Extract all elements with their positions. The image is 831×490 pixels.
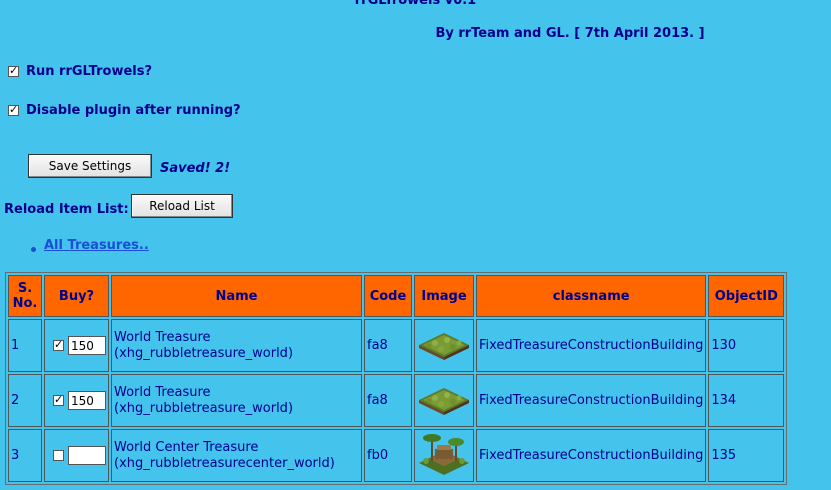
saved-status: Saved! 2! (160, 161, 231, 176)
table-row: 2 World Treasure (xhg_rubbletreasure_wor… (8, 374, 785, 427)
cell-code: fa8 (364, 374, 412, 427)
cell-sno: 2 (8, 374, 42, 427)
treasure-table: S. No. Buy? Name Code Image classname Ob… (5, 272, 788, 485)
cell-sno: 1 (8, 319, 42, 372)
rubble-grass-image (419, 387, 469, 415)
cell-name: World Center Treasure (xhg_rubbletreasur… (111, 429, 362, 482)
cell-classname: FixedTreasureConstructionBuilding (476, 374, 707, 427)
cell-image (414, 374, 474, 427)
page-title: rrGLTrowels v0.1 (354, 0, 477, 8)
quantity-input[interactable] (68, 446, 106, 465)
header-name: Name (111, 275, 362, 317)
table-row: 3 World Center Treasure (xhg_rubbletreas… (8, 429, 785, 482)
reload-label: Reload Item List: (4, 202, 129, 217)
item-key: (xhg_rubbletreasure_world) (114, 400, 294, 416)
cell-classname: FixedTreasureConstructionBuilding (476, 319, 707, 372)
header-buy: Buy? (44, 275, 109, 317)
cell-sno: 3 (8, 429, 42, 482)
disable-option: Disable plugin after running? (8, 103, 241, 118)
cell-classname: FixedTreasureConstructionBuilding (476, 429, 707, 482)
disable-label: Disable plugin after running? (26, 103, 241, 118)
buy-checkbox[interactable] (53, 338, 64, 351)
cell-objectid: 135 (708, 429, 785, 482)
byline: By rrTeam and GL. [ 7th April 2013. ] (435, 26, 705, 41)
rubble-grass-image (419, 332, 469, 360)
table-row: 1 World Treasure (xhg_rubbletreasure_wor… (8, 319, 785, 372)
bullet-dot (31, 241, 36, 256)
cell-image (414, 319, 474, 372)
item-key: (xhg_rubbletreasurecenter_world) (114, 455, 335, 471)
run-label: Run rrGLTrowels? (26, 64, 153, 79)
item-name: World Center Treasure (114, 439, 259, 455)
all-treasures-link[interactable]: All Treasures.. (44, 238, 149, 253)
cell-objectid: 130 (708, 319, 785, 372)
header-image: Image (414, 275, 474, 317)
disable-checkbox[interactable] (8, 103, 19, 116)
header-classname: classname (476, 275, 707, 317)
cell-buy (44, 319, 109, 372)
cell-objectid: 134 (708, 374, 785, 427)
cell-name: World Treasure (xhg_rubbletreasure_world… (111, 374, 362, 427)
header-objectid: ObjectID (708, 275, 785, 317)
run-checkbox[interactable] (8, 64, 19, 77)
run-option: Run rrGLTrowels? (8, 64, 152, 79)
save-settings-button[interactable]: Save Settings (28, 154, 152, 178)
cell-code: fb0 (364, 429, 412, 482)
cell-code: fa8 (364, 319, 412, 372)
item-key: (xhg_rubbletreasure_world) (114, 345, 294, 361)
cell-buy (44, 374, 109, 427)
buy-checkbox[interactable] (53, 393, 64, 406)
jungle-ruin-image (419, 433, 469, 475)
reload-list-button[interactable]: Reload List (131, 194, 233, 218)
table-header-row: S. No. Buy? Name Code Image classname Ob… (8, 275, 785, 317)
cell-name: World Treasure (xhg_rubbletreasure_world… (111, 319, 362, 372)
cell-image (414, 429, 474, 482)
header-sno: S. No. (8, 275, 42, 317)
quantity-input[interactable] (68, 336, 106, 355)
header-code: Code (364, 275, 412, 317)
item-name: World Treasure (114, 329, 211, 345)
item-name: World Treasure (114, 384, 211, 400)
cell-buy (44, 429, 109, 482)
quantity-input[interactable] (68, 391, 106, 410)
buy-checkbox[interactable] (53, 450, 64, 461)
